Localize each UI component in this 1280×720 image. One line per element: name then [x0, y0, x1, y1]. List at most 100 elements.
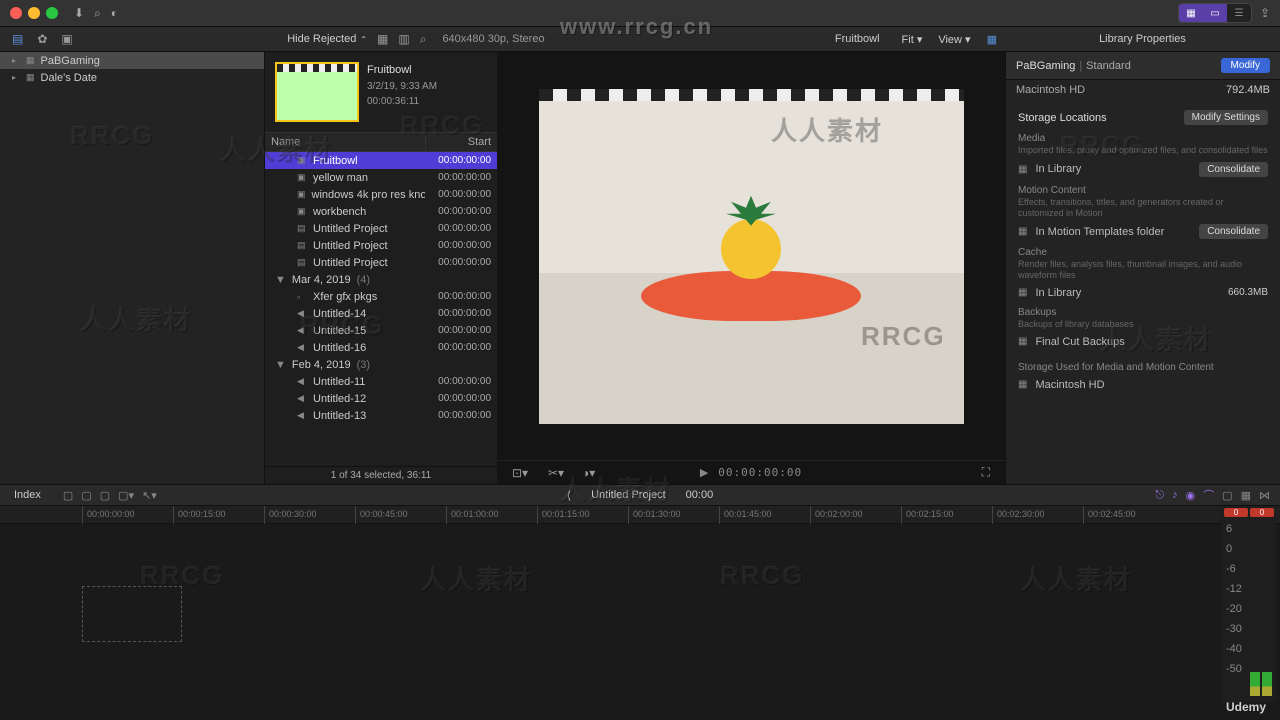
audio-skimming-icon[interactable]: ♪ [1172, 489, 1178, 501]
enhance-icon[interactable]: ◑▾ [582, 466, 595, 480]
list-item[interactable]: ▤Untitled Project00:00:00:00 [265, 254, 497, 271]
track-area[interactable] [0, 524, 1280, 664]
meter-scale-mark: -12 [1226, 583, 1246, 595]
import-icon[interactable]: ⬇ [74, 6, 84, 20]
photos-icon[interactable]: ✿ [37, 32, 47, 46]
maximize-window-button[interactable] [46, 7, 58, 19]
solo-icon[interactable]: ◉ [1186, 489, 1196, 502]
timeline-ruler[interactable]: 00:00:00:0000:00:15:0000:00:30:0000:00:4… [0, 506, 1280, 524]
column-start[interactable]: Start [425, 133, 497, 151]
column-name[interactable]: Name [265, 133, 425, 151]
transitions-browser-icon[interactable]: ⋈ [1259, 489, 1270, 502]
list-item[interactable]: ◀Untitled-1200:00:00:00 [265, 390, 497, 407]
media-label: Media [1018, 133, 1268, 144]
cache-location: In Library [1035, 287, 1081, 299]
timeline-back-icon[interactable]: ⟨ [567, 489, 571, 502]
meter-scale-mark: 0 [1226, 543, 1246, 555]
motion-location: In Motion Templates folder [1035, 226, 1164, 238]
consolidate-button[interactable]: Consolidate [1199, 162, 1268, 177]
backups-desc: Backups of library databases [1018, 319, 1268, 330]
list-item[interactable]: ◀Untitled-1400:00:00:00 [265, 305, 497, 322]
disclosure-triangle-icon[interactable]: ▸ [12, 56, 20, 65]
cache-size: 660.3MB [1228, 287, 1268, 298]
play-icon[interactable]: ▶ [700, 466, 708, 479]
browser: Fruitbowl 3/2/19, 9:33 AM 00:00:36:11 Na… [265, 52, 497, 484]
clip-thumbnail[interactable] [275, 62, 359, 122]
sidebar-library-dales-date[interactable]: ▸ ▦ Dale's Date [0, 69, 264, 86]
library-sidebar: ▸ ▦ PaBGaming ▸ ▦ Dale's Date [0, 52, 265, 484]
clip-date: 3/2/19, 9:33 AM [367, 79, 437, 94]
list-item[interactable]: ◀Untitled-1600:00:00:00 [265, 339, 497, 356]
share-icon[interactable]: ⇪ [1260, 6, 1270, 20]
inspector-tab-icon[interactable]: ▦ [979, 33, 1005, 46]
background-tasks-icon[interactable]: ◐ [111, 6, 118, 20]
timeline-view-icon[interactable]: ▢ [1222, 489, 1232, 502]
minimize-window-button[interactable] [28, 7, 40, 19]
workspace-segmented[interactable]: ▦ ▭ ☰ [1178, 3, 1252, 23]
meter-scale-mark: -20 [1226, 603, 1246, 615]
clip-list[interactable]: ▣Fruitbowl00:00:00:00▣yellow man00:00:00… [265, 152, 497, 466]
motion-desc: Effects, transitions, titles, and genera… [1018, 197, 1268, 219]
workspace-browser-icon[interactable]: ▦ [1179, 4, 1203, 22]
list-item[interactable]: ▤Untitled Project00:00:00:00 [265, 220, 497, 237]
crop-icon[interactable]: ✂▾ [548, 466, 564, 480]
skimming-icon[interactable]: ⎋ [1155, 489, 1164, 502]
viewer-clip-name: Fruitbowl [835, 33, 894, 45]
titles-icon[interactable]: ▣ [61, 32, 72, 46]
disclosure-triangle-icon[interactable]: ▸ [12, 73, 20, 82]
inspector: PaBGaming | Standard Modify Macintosh HD… [1005, 52, 1280, 484]
index-button[interactable]: Index [0, 489, 55, 501]
timeline-toolbar: Index ▢ ▢ ▢ ▢▾ ↖▾ ⟨ Untitled Project 00:… [0, 484, 1280, 506]
section-storage-locations: Storage Locations [1018, 112, 1107, 124]
consolidate-button[interactable]: Consolidate [1199, 224, 1268, 239]
list-group[interactable]: ▼ Feb 4, 2019 (3) [265, 356, 497, 373]
clip-appearance-icon[interactable]: ▦ [377, 32, 388, 46]
append-icon[interactable]: ▢ [100, 489, 110, 502]
motion-label: Motion Content [1018, 185, 1268, 196]
timeline[interactable]: 00:00:00:0000:00:15:0000:00:30:0000:00:4… [0, 506, 1280, 720]
modify-settings-button[interactable]: Modify Settings [1184, 110, 1268, 125]
list-item[interactable]: ◀Untitled-1300:00:00:00 [265, 407, 497, 424]
list-view-icon[interactable]: ▥ [398, 32, 409, 46]
sidebar-library-pabgaming[interactable]: ▸ ▦ PaBGaming [0, 52, 264, 69]
workspace-timeline-icon[interactable]: ▭ [1203, 4, 1227, 22]
viewer-timecode: 00:00:00:00 [718, 466, 802, 479]
search-icon[interactable]: ⌕ [420, 32, 427, 47]
snapping-icon[interactable]: ⌒ [1203, 487, 1214, 503]
arrow-tool-icon[interactable]: ↖▾ [142, 489, 157, 502]
effects-browser-icon[interactable]: ▦ [1241, 489, 1251, 502]
meter-scale-mark: -50 [1226, 663, 1246, 675]
insert-icon[interactable]: ▢ [81, 489, 91, 502]
browser-status: 1 of 34 selected, 36:11 [265, 466, 497, 484]
list-group[interactable]: ▼ Mar 4, 2019 (4) [265, 271, 497, 288]
hide-rejected-dropdown[interactable]: Hide Rejected ⌃ [287, 33, 367, 45]
list-item[interactable]: ▣Fruitbowl00:00:00:00 [265, 152, 497, 169]
clip-title: Fruitbowl [367, 62, 437, 79]
sidebar-item-label: PaBGaming [41, 55, 100, 67]
ruler-tick: 00:00:45:00 [355, 506, 408, 524]
modify-button[interactable]: Modify [1221, 58, 1270, 73]
list-item[interactable]: ▣windows 4k pro res knock...00:00:00:00 [265, 186, 497, 203]
list-item[interactable]: ▫Xfer gfx pkgs00:00:00:00 [265, 288, 497, 305]
list-header: Name Start [265, 132, 497, 152]
close-window-button[interactable] [10, 7, 22, 19]
list-item[interactable]: ◀Untitled-1500:00:00:00 [265, 322, 497, 339]
library-icon: ▦ [26, 72, 35, 83]
viewer-canvas[interactable] [497, 52, 1005, 460]
keyword-icon[interactable]: ⌕ [94, 6, 101, 21]
view-dropdown[interactable]: View ▾ [930, 33, 978, 46]
connect-icon[interactable]: ▢ [63, 489, 73, 502]
viewer: ⊡▾ ✂▾ ◑▾ ▶ 00:00:00:00 ⛶ [497, 52, 1005, 484]
zoom-fit-dropdown[interactable]: Fit ▾ [894, 33, 931, 46]
list-item[interactable]: ▤Untitled Project00:00:00:00 [265, 237, 497, 254]
list-item[interactable]: ▣workbench00:00:00:00 [265, 203, 497, 220]
overwrite-icon[interactable]: ▢▾ [118, 489, 134, 502]
list-item[interactable]: ▣yellow man00:00:00:00 [265, 169, 497, 186]
ruler-tick: 00:01:00:00 [446, 506, 499, 524]
transform-icon[interactable]: ⊡▾ [512, 466, 528, 480]
workspace-inspector-icon[interactable]: ☰ [1227, 4, 1251, 22]
fullscreen-icon[interactable]: ⛶ [982, 465, 990, 480]
library-icon[interactable]: ▤ [12, 32, 23, 46]
list-item[interactable]: ◀Untitled-1100:00:00:00 [265, 373, 497, 390]
ruler-tick: 00:02:15:00 [901, 506, 954, 524]
